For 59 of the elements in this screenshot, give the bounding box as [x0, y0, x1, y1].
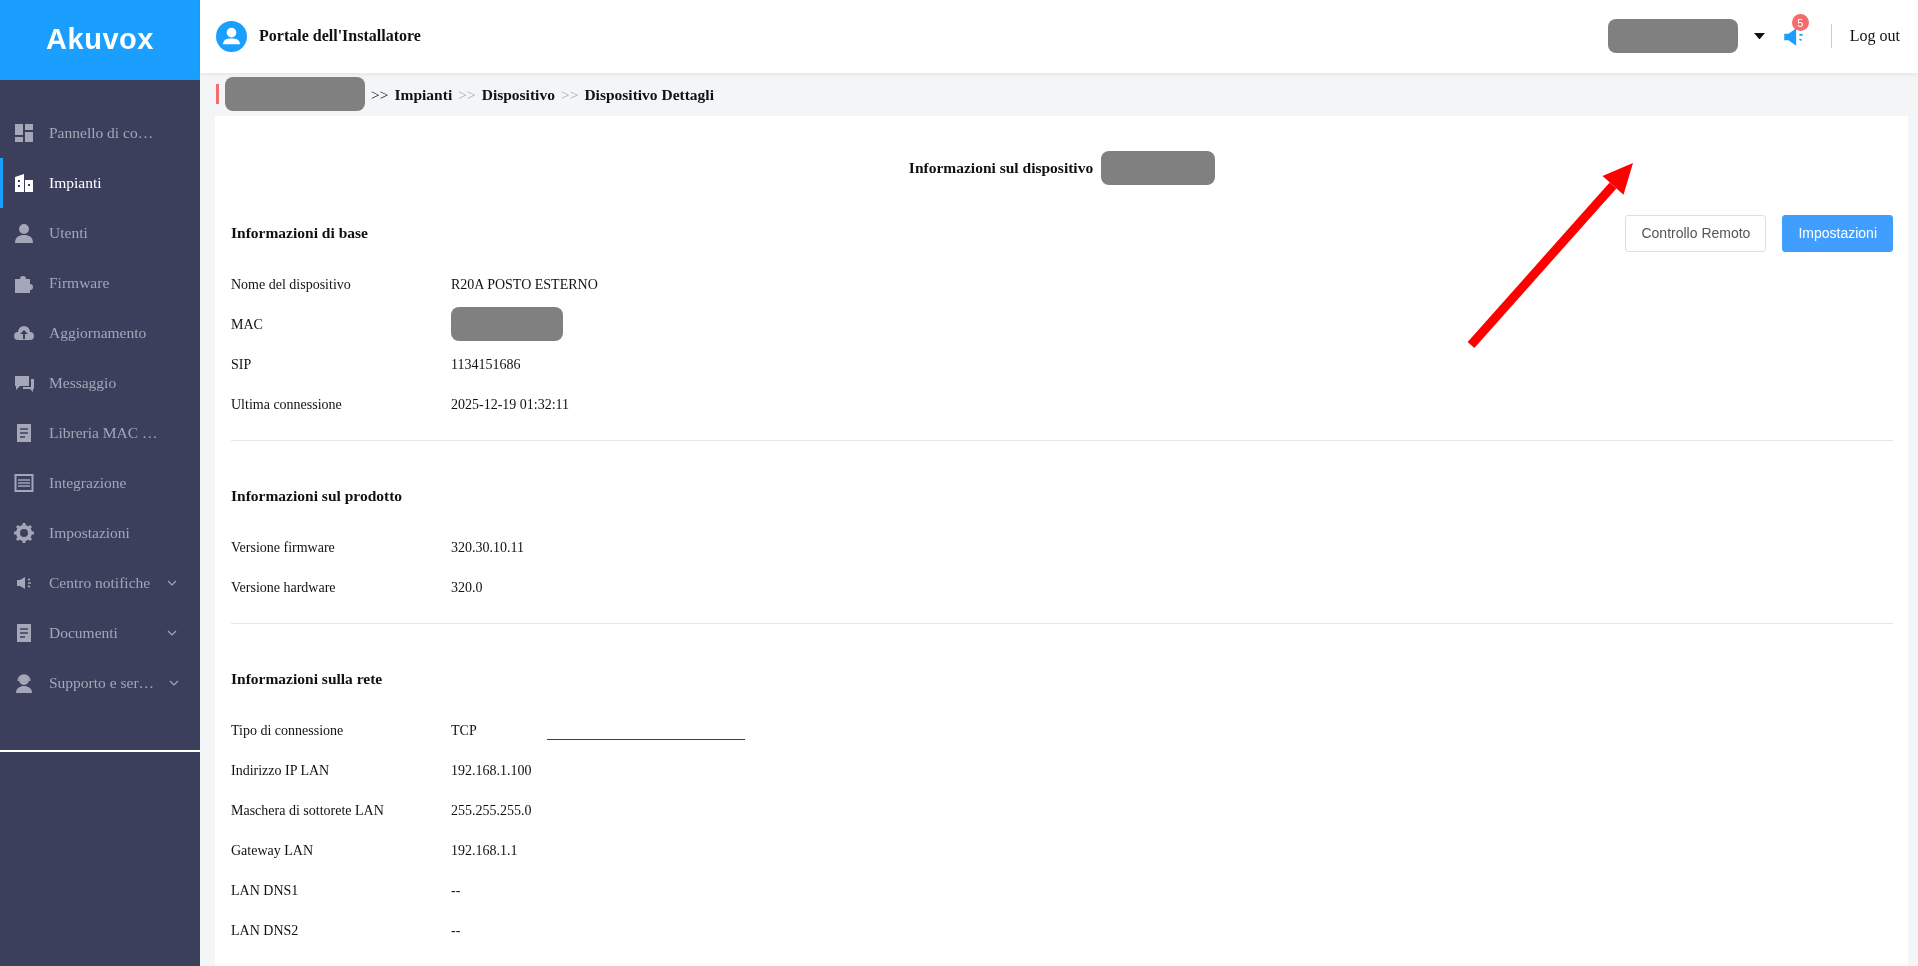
- field-label: LAN DNS1: [231, 881, 300, 900]
- sidebar-item[interactable]: Supporto e ser…: [0, 658, 200, 708]
- section-title: Informazioni sulla rete: [231, 669, 383, 690]
- brand-logo: Akuvox: [0, 0, 200, 80]
- field-label: Indirizzo IP LAN: [231, 761, 331, 780]
- section-title: Informazioni sul prodotto: [231, 486, 403, 507]
- field-value: 1134151686: [451, 355, 521, 374]
- field-label: Ultima connessione: [231, 395, 343, 414]
- field-label: Versione firmware: [231, 538, 336, 557]
- portal-title: Portale dell'Installatore: [259, 26, 421, 47]
- user-icon: [13, 222, 35, 244]
- breadcrumb-separator: >>: [560, 84, 579, 105]
- field-value: --: [451, 881, 461, 900]
- sidebar-item[interactable]: Messaggio: [0, 358, 200, 408]
- headset-icon: [13, 672, 35, 694]
- field-label: LAN DNS2: [231, 921, 300, 940]
- logout-link[interactable]: Log out: [1830, 24, 1900, 49]
- field-value: 320.0: [451, 578, 483, 597]
- gear-icon: [13, 522, 35, 544]
- breadcrumb-link[interactable]: Dispositivo Dettagli: [584, 82, 714, 106]
- sidebar-item[interactable]: Integrazione: [0, 458, 200, 508]
- sidebar-item[interactable]: Impianti: [0, 158, 200, 208]
- sidebar-item[interactable]: Documenti: [0, 608, 200, 658]
- section-title: Informazioni di base: [231, 223, 368, 244]
- building-icon: [13, 172, 35, 194]
- field-value: 2025-12-19 01:32:11: [451, 395, 570, 414]
- breadcrumb-separator: >>: [371, 84, 389, 105]
- field-label: Maschera di sottorete LAN: [231, 801, 385, 820]
- dashboard-icon: [13, 122, 35, 144]
- field-value: 320.30.10.11: [451, 538, 524, 557]
- settings-button[interactable]: Impostazioni: [1782, 214, 1893, 252]
- field-label: Nome del dispositivo: [231, 275, 352, 294]
- breadcrumb-separator: >>: [458, 84, 476, 105]
- sidebar-item[interactable]: Pannello di co…: [0, 108, 200, 158]
- field-label: MAC: [231, 315, 264, 334]
- sidebar-item[interactable]: Libreria MAC …: [0, 408, 200, 458]
- sidebar-item[interactable]: Utenti: [0, 208, 200, 258]
- field-value: 192.168.1.100: [451, 761, 532, 780]
- field-value: 192.168.1.1: [451, 841, 518, 860]
- breadcrumb-link[interactable]: Impianti: [394, 82, 453, 106]
- avatar-icon: [216, 20, 247, 52]
- field-value: --: [451, 921, 461, 940]
- field-value: R20A POSTO ESTERNO: [451, 275, 598, 294]
- dropdown-caret-icon: [1753, 33, 1765, 40]
- sidebar-item[interactable]: Centro notifiche: [0, 558, 200, 608]
- field-value: 255.255.255.0: [451, 801, 532, 820]
- sidebar-item[interactable]: Impostazioni: [0, 508, 200, 558]
- field-value: TCP: [451, 721, 477, 740]
- device-title: Informazioni sul dispositivo: [908, 158, 1094, 179]
- sidebar-item[interactable]: Aggiornamento: [0, 308, 200, 358]
- notification-count: 5: [1791, 14, 1809, 32]
- list-icon: [13, 472, 35, 494]
- breadcrumb-link[interactable]: Dispositivo: [481, 82, 555, 106]
- field-label: SIP: [231, 355, 253, 374]
- remote-control-button[interactable]: Controllo Remoto: [1625, 214, 1767, 252]
- field-label: Gateway LAN: [231, 841, 315, 860]
- field-label: Tipo di connessione: [231, 721, 345, 740]
- field-label: Versione hardware: [231, 578, 337, 597]
- sidebar-item[interactable]: Firmware: [0, 258, 200, 308]
